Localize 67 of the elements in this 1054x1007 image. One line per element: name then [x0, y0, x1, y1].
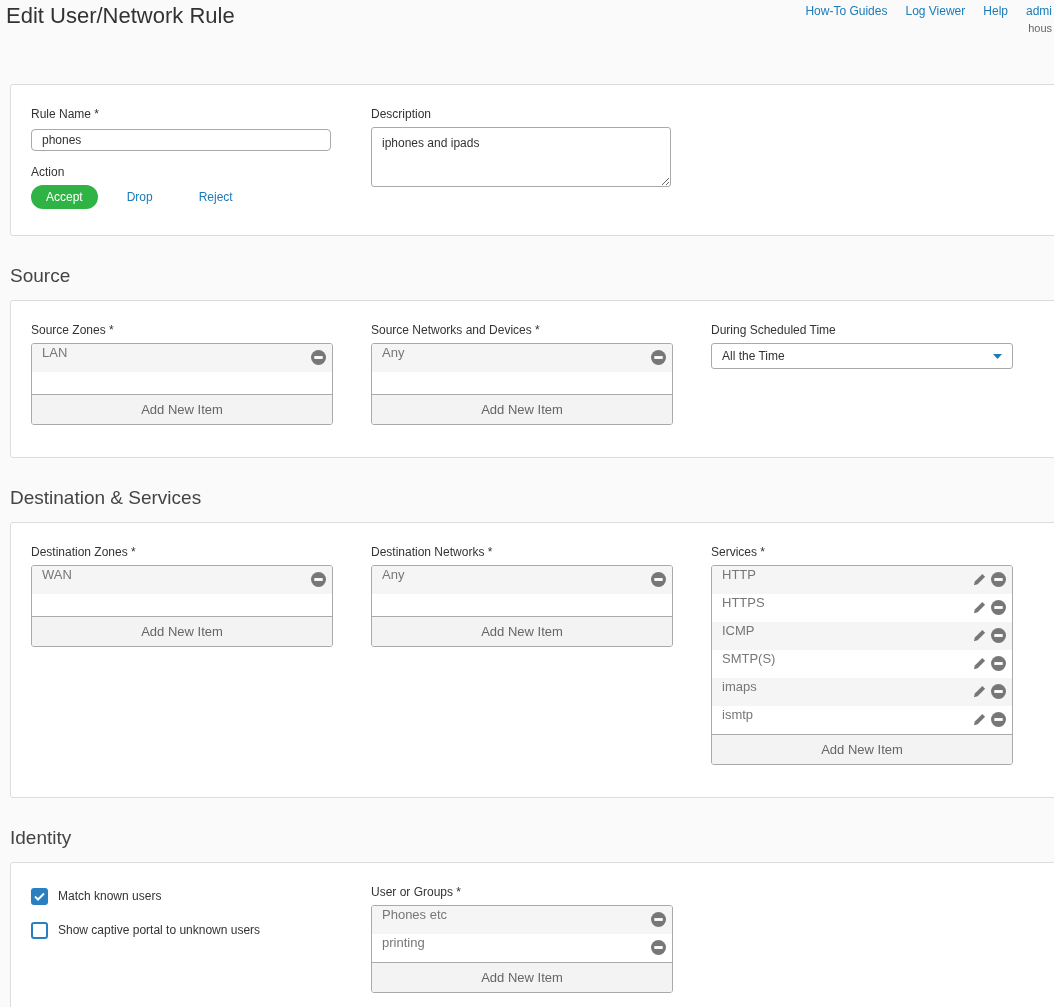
header-link[interactable]: Help [983, 2, 1008, 20]
add-item-button[interactable]: Add New Item [372, 394, 672, 424]
add-item-button[interactable]: Add New Item [32, 616, 332, 646]
list-item-text: Any [382, 566, 405, 584]
list-item-text: Any [382, 344, 405, 362]
header-link[interactable]: Log Viewer [905, 2, 966, 20]
add-item-button[interactable]: Add New Item [32, 394, 332, 424]
field-label: Rule Name * [31, 106, 101, 123]
pencil-icon[interactable] [972, 572, 987, 587]
field-label: Destination Zones * [31, 544, 137, 561]
field-label: User or Groups * [371, 884, 463, 901]
field-label: During Scheduled Time [711, 322, 837, 339]
schedule-dropdown[interactable]: All the Time [711, 343, 1013, 369]
add-item-button[interactable]: Add New Item [712, 734, 1012, 764]
checkbox-label: Show captive portal to unknown users [58, 922, 261, 939]
field-label: Description [371, 106, 433, 123]
remove-icon[interactable] [991, 572, 1006, 587]
list-item-text: imaps [722, 678, 757, 696]
pencil-icon[interactable] [972, 628, 987, 643]
caret-icon [993, 353, 1002, 359]
remove-icon[interactable] [651, 572, 666, 587]
field-label: Source Networks and Devices * [371, 322, 541, 339]
user-label: hous [1028, 21, 1052, 36]
checkbox-label: Match known users [58, 888, 162, 905]
action-button[interactable]: Reject [181, 185, 250, 209]
list-item-text: LAN [42, 344, 68, 362]
list-item-text: SMTP(S) [722, 650, 776, 668]
remove-icon[interactable] [991, 712, 1006, 727]
list-item-text: printing [382, 934, 425, 952]
remove-icon[interactable] [991, 656, 1006, 671]
remove-icon[interactable] [311, 572, 326, 587]
remove-icon[interactable] [651, 940, 666, 955]
check-icon [34, 891, 45, 901]
pencil-icon[interactable] [972, 656, 987, 671]
field-label: Services * [711, 544, 767, 561]
add-item-button[interactable]: Add New Item [372, 616, 672, 646]
remove-icon[interactable] [651, 912, 666, 927]
pencil-icon[interactable] [972, 600, 987, 615]
section-heading: Destination & Services [10, 486, 203, 510]
field-label: Source Zones * [31, 322, 115, 339]
list-item-text: HTTPS [722, 594, 765, 612]
list-item-text: WAN [42, 566, 72, 584]
field-label: Destination Networks * [371, 544, 494, 561]
checkbox[interactable] [31, 887, 48, 905]
action-button[interactable]: Accept [31, 185, 98, 209]
list-item-text: ismtp [722, 706, 754, 724]
action-button[interactable]: Drop [105, 185, 174, 209]
header-link[interactable]: admi [1026, 2, 1052, 20]
pencil-icon[interactable] [972, 684, 987, 699]
header-link[interactable]: How-To Guides [805, 2, 888, 20]
remove-icon[interactable] [991, 600, 1006, 615]
section-heading: Identity [10, 826, 73, 850]
description-field[interactable]: iphones and ipads [371, 127, 671, 187]
section-heading: Source [10, 264, 72, 288]
rule-name-field[interactable]: phones [31, 129, 331, 151]
remove-icon[interactable] [991, 628, 1006, 643]
remove-icon[interactable] [991, 684, 1006, 699]
remove-icon[interactable] [311, 350, 326, 365]
add-item-button[interactable]: Add New Item [372, 962, 672, 992]
checkbox[interactable] [31, 921, 48, 939]
field-label: Action [31, 164, 66, 181]
list-item-text: Phones etc [382, 906, 448, 924]
page-title: Edit User/Network Rule [6, 2, 235, 30]
list-item-text: HTTP [722, 566, 756, 584]
remove-icon[interactable] [651, 350, 666, 365]
list-item-text: ICMP [722, 622, 755, 640]
pencil-icon[interactable] [972, 712, 987, 727]
